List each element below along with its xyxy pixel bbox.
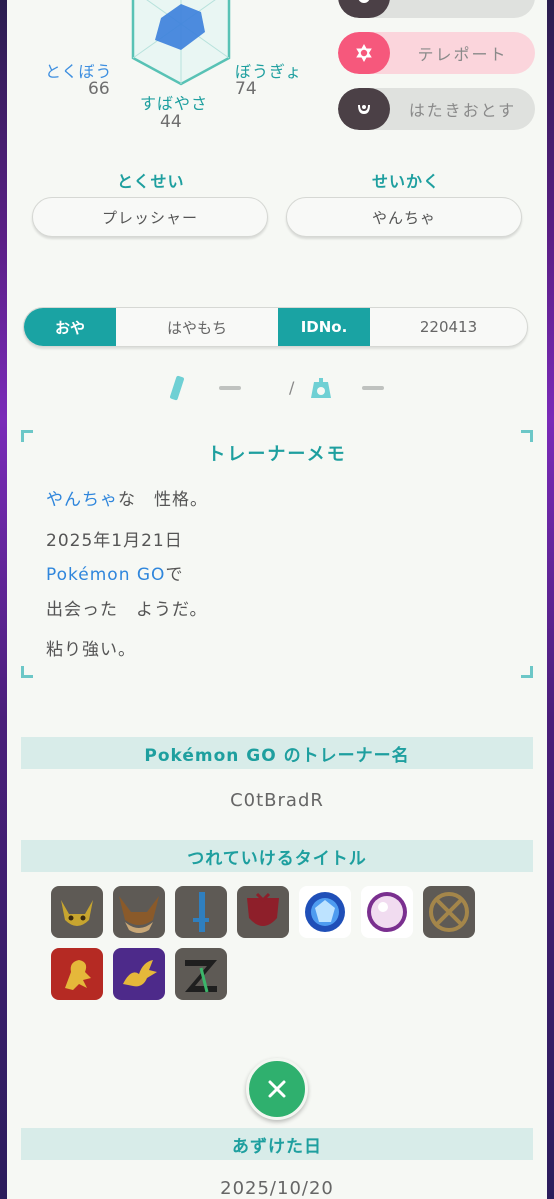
sword-badge[interactable] — [175, 886, 227, 938]
memo-place: Pokémon GO — [46, 565, 166, 585]
pikachu-badge[interactable] — [51, 886, 103, 938]
dark-icon — [338, 88, 390, 130]
memo-met-text: 出会った ようだ。 — [46, 600, 208, 620]
trainer-memo: トレーナーメモ やんちゃな 性格。 2025年1月21日 Pokémon GOで… — [21, 430, 533, 678]
memo-nature-suffix: な 性格。 — [118, 490, 208, 510]
move-name: テレポート — [417, 45, 508, 64]
nature-button[interactable]: やんちゃ — [286, 197, 522, 237]
move-slot-knock-off[interactable]: はたきおとす — [338, 88, 535, 130]
purple-dragon-badge[interactable] — [113, 948, 165, 1000]
memo-nature-word: やんちゃ — [46, 490, 118, 510]
deposit-date: 2025/10/20 — [220, 1178, 334, 1199]
stat-label-speed: すばやさ — [140, 94, 209, 113]
type-icon — [338, 0, 390, 18]
memo-date: 2025年1月21日 — [46, 531, 183, 551]
memo-corner — [21, 666, 33, 678]
move-slot-1[interactable] — [338, 0, 535, 18]
measure-separator: / — [289, 378, 295, 397]
go-trainer-header: Pokémon GO のトレーナー名 — [21, 737, 533, 769]
memo-place-suffix: で — [165, 565, 184, 585]
move-name: はたきおとす — [408, 101, 517, 120]
scale-icon — [311, 378, 331, 398]
memo-nature-line: やんちゃな 性格。 — [46, 485, 208, 510]
original-trainer-bar: おや はやもち IDNo. 220413 — [23, 307, 528, 347]
height-value-dash — [219, 386, 241, 390]
ot-tag: おや — [24, 308, 116, 346]
gold-lion-badge[interactable] — [51, 948, 103, 1000]
ability-title: とくせい — [117, 172, 185, 191]
id-tag: IDNo. — [278, 308, 370, 346]
titles-header: つれていけるタイトル — [21, 840, 533, 872]
move-slot-teleport[interactable]: テレポート — [338, 32, 535, 74]
go-trainer-name: C0tBradR — [230, 790, 324, 811]
psychic-icon — [338, 32, 390, 74]
deposit-header: あずけた日 — [21, 1128, 533, 1160]
stat-value-def: 74 — [235, 79, 257, 99]
diamond-badge[interactable] — [299, 886, 351, 938]
nature-title: せいかく — [372, 172, 441, 191]
ruler-icon — [170, 375, 184, 401]
stat-radar-chart — [131, 0, 231, 86]
memo-characteristic: 粘り強い。 — [46, 640, 136, 660]
memo-place-line: Pokémon GOで — [46, 560, 183, 585]
pearl-badge[interactable] — [361, 886, 413, 938]
memo-title: トレーナーメモ — [207, 444, 347, 465]
close-icon — [268, 1080, 286, 1098]
close-button[interactable] — [246, 1058, 308, 1120]
eevee-badge[interactable] — [113, 886, 165, 938]
pokemon-summary-panel: とくぼう 66 ぼうぎょ 74 すばやさ 44 テレポート はたきおとす とくせ… — [7, 0, 547, 1199]
weight-value-dash — [362, 386, 384, 390]
memo-corner — [521, 666, 533, 678]
origin-badge[interactable] — [423, 886, 475, 938]
ot-name: はやもち — [166, 318, 227, 337]
id-number: 220413 — [419, 318, 478, 336]
ability-button[interactable]: プレッシャー — [32, 197, 268, 237]
shield-badge[interactable] — [237, 886, 289, 938]
stat-value-speed: 44 — [160, 112, 182, 132]
stat-value-spdef: 66 — [88, 79, 110, 99]
zygarde-badge[interactable] — [175, 948, 227, 1000]
